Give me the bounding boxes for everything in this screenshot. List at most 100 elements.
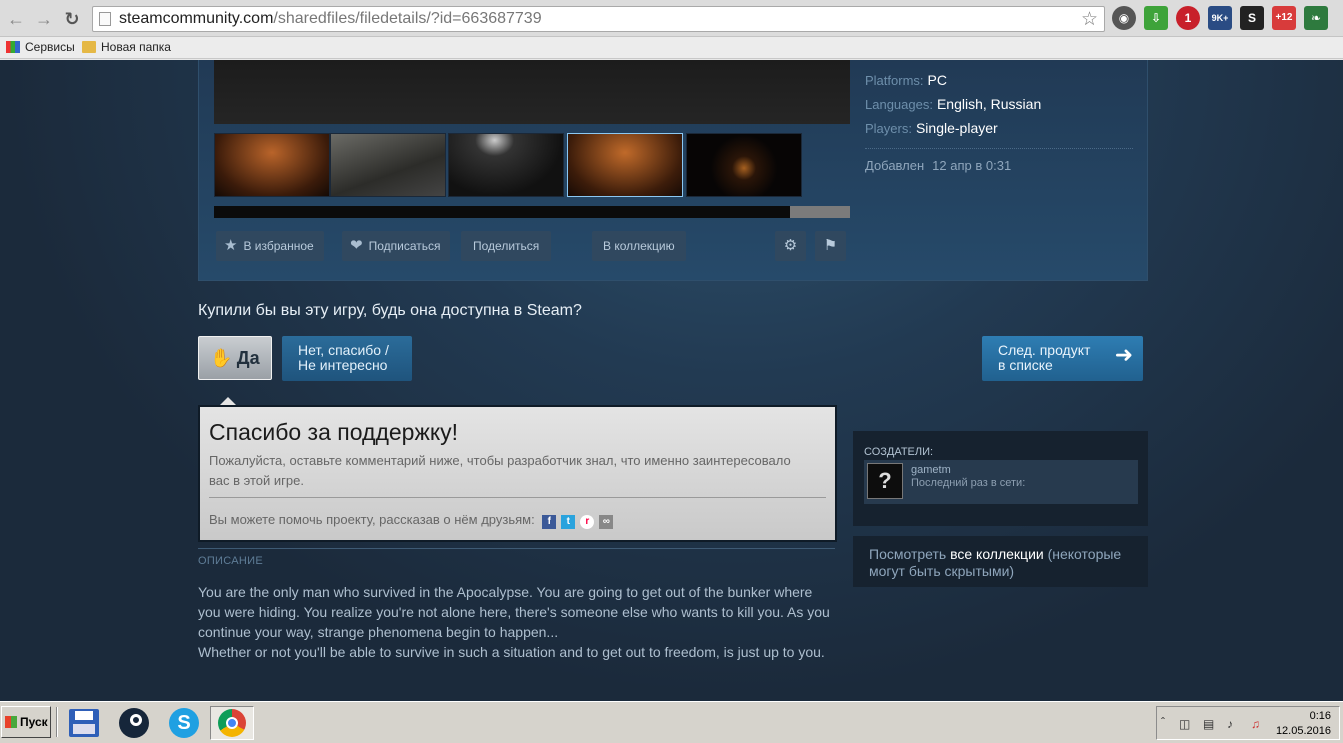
players-value: Single-player [915, 120, 998, 136]
start-button[interactable]: Пуск [1, 706, 51, 738]
favorite-button[interactable]: ★ В избранное [216, 231, 324, 261]
network-icon[interactable]: ▤ [1203, 717, 1214, 731]
star-icon: ★ [224, 237, 238, 254]
adblock-icon[interactable]: 1 [1176, 6, 1200, 30]
clock-date: 12.05.2016 [1275, 725, 1331, 737]
vote-question: Купили бы вы эту игру, будь она доступна… [198, 302, 582, 319]
languages-row: Languages: English, Russian [865, 96, 1041, 112]
languages-key: Languages: [865, 97, 933, 112]
clock[interactable]: 0:16 12.05.2016 [1276, 709, 1331, 739]
sprout-icon[interactable]: ❧ [1304, 6, 1328, 30]
weather-icon[interactable]: +12 [1272, 6, 1296, 30]
taskbar-app-steam-icon[interactable] [112, 706, 156, 740]
facebook-icon[interactable]: f [542, 515, 557, 530]
url-path: /sharedfiles/filedetails/?id=663687739 [273, 10, 542, 27]
taskbar-app-skype-icon[interactable]: S [162, 706, 206, 740]
bookmark-label: Новая папка [101, 40, 171, 54]
divider [198, 548, 835, 549]
system-tray: ˆ ◫ ▤ ♪ ♫ 0:16 12.05.2016 [1156, 706, 1340, 740]
collection-label: В коллекцию [603, 239, 675, 253]
url-text[interactable]: steamcommunity.com/sharedfiles/filedetai… [119, 10, 542, 28]
collections-prefix: Посмотреть [869, 546, 951, 562]
players-key: Players: [865, 121, 912, 136]
steam-page: ★ В избранное ❤ Подписаться Поделиться В к… [0, 60, 1343, 701]
chevron-up-icon[interactable]: ˆ [1161, 715, 1165, 729]
arrow-right-icon: ➜ [1114, 342, 1133, 367]
thanks-text: Пожалуйста, оставьте комментарий ниже, ч… [209, 453, 791, 488]
flag-icon[interactable]: ⚑ [815, 231, 846, 261]
thumbnail[interactable] [686, 133, 802, 197]
platforms-key: Platforms: [865, 73, 924, 88]
share-other-icon[interactable]: ∞ [599, 515, 614, 530]
next-item-button[interactable]: След. продукт в списке ➜ [982, 336, 1143, 381]
gear-icon[interactable]: ⚙ [775, 231, 806, 261]
reddit-icon[interactable]: r [580, 515, 595, 530]
heart-icon: ❤ [350, 237, 363, 254]
languages-value-1: English [936, 96, 983, 112]
divider [865, 148, 1133, 149]
thumbnail-selected[interactable] [567, 133, 683, 197]
vote-yes-button[interactable]: ✋ Да [198, 336, 272, 380]
page-icon [99, 12, 111, 26]
added-value: 12 апр в 0:31 [932, 158, 1012, 173]
share-button[interactable]: Поделиться [461, 231, 552, 261]
added-key: Добавлен [865, 158, 925, 173]
thumbnail-scrollbar[interactable] [214, 206, 850, 218]
description-label: ОПИСАНИЕ [198, 555, 263, 567]
clock-time: 0:16 [1309, 710, 1331, 722]
thanks-panel: Спасибо за поддержку! Пожалуйста, оставь… [198, 405, 837, 542]
taskbar-app-floppy-icon[interactable] [62, 706, 106, 740]
vote-no-button[interactable]: Нет, спасибо / Не интересно [282, 336, 412, 381]
twitter-icon[interactable]: t [561, 515, 576, 530]
share-icons: f t r ∞ [542, 512, 618, 530]
subscribe-button[interactable]: ❤ Подписаться [342, 231, 451, 261]
main-screenshot[interactable] [214, 60, 850, 124]
languages-separator: , [982, 96, 987, 112]
folder-icon [82, 41, 96, 53]
bookmark-star-icon[interactable]: ☆ [1081, 8, 1098, 31]
muted-volume-icon[interactable]: ♫ [1251, 717, 1260, 731]
mail-icon[interactable]: 9K+ [1208, 6, 1232, 30]
bookmark-new-folder[interactable]: Новая папка [82, 40, 171, 54]
languages-value-2: Russian [990, 96, 1042, 112]
players-row: Players: Single-player [865, 120, 998, 136]
forward-icon[interactable]: → [34, 9, 54, 29]
creator-row[interactable]: ? gametm Последний раз в сети: [864, 460, 1138, 504]
apps-icon [6, 41, 20, 53]
avatar[interactable]: ? [867, 463, 903, 499]
taskbar-app-chrome-icon[interactable] [210, 706, 254, 740]
creators-panel: СОЗДАТЕЛИ: ? gametm Последний раз в сети… [853, 431, 1148, 526]
address-bar[interactable]: steamcommunity.com/sharedfiles/filedetai… [92, 6, 1105, 32]
collections-text: Посмотреть все коллекции (некоторые могу… [869, 546, 1144, 580]
share-text: Вы можете помочь проекту, рассказав о нё… [209, 512, 535, 527]
bookmark-services[interactable]: Сервисы [6, 40, 75, 54]
globe-icon[interactable]: ◉ [1112, 6, 1136, 30]
all-collections-link[interactable]: все коллекции [950, 546, 1044, 562]
back-icon[interactable]: ← [6, 9, 26, 29]
thumbnail[interactable] [330, 133, 446, 197]
reload-icon[interactable]: ↻ [62, 9, 82, 29]
volume-icon[interactable]: ♪ [1227, 717, 1233, 731]
creators-label: СОЗДАТЕЛИ: [864, 446, 934, 458]
url-host: steamcommunity.com [119, 10, 274, 27]
device-icon[interactable]: ◫ [1179, 717, 1190, 731]
add-to-collection-button[interactable]: В коллекцию [592, 231, 686, 261]
collections-panel: Посмотреть все коллекции (некоторые могу… [853, 536, 1148, 587]
no-label-line2: Не интересно [298, 357, 388, 373]
thumbnail[interactable] [448, 133, 564, 197]
start-label: Пуск [20, 715, 48, 729]
favorite-label: В избранное [243, 239, 314, 253]
creator-name[interactable]: gametm [911, 464, 951, 476]
scrollbar-thumb[interactable] [790, 206, 850, 218]
thumbnail[interactable] [214, 133, 330, 197]
s-icon[interactable]: S [1240, 6, 1264, 30]
thanks-title: Спасибо за поддержку! [209, 419, 459, 445]
divider [209, 497, 826, 498]
browser-chrome: ← → ↻ steamcommunity.com/sharedfiles/fil… [0, 0, 1343, 60]
share-row: Вы можете помочь проекту, рассказав о нё… [209, 512, 618, 530]
added-row: Добавлен 12 апр в 0:31 [865, 158, 1011, 173]
download-icon[interactable]: ⇩ [1144, 6, 1168, 30]
bookmarks-bar: Сервисы Новая папка [0, 37, 1343, 59]
description-paragraph: Whether or not you'll be able to survive… [198, 644, 825, 660]
taskbar: Пуск S ˆ ◫ ▤ ♪ ♫ 0:16 12.05.2016 [0, 701, 1343, 743]
